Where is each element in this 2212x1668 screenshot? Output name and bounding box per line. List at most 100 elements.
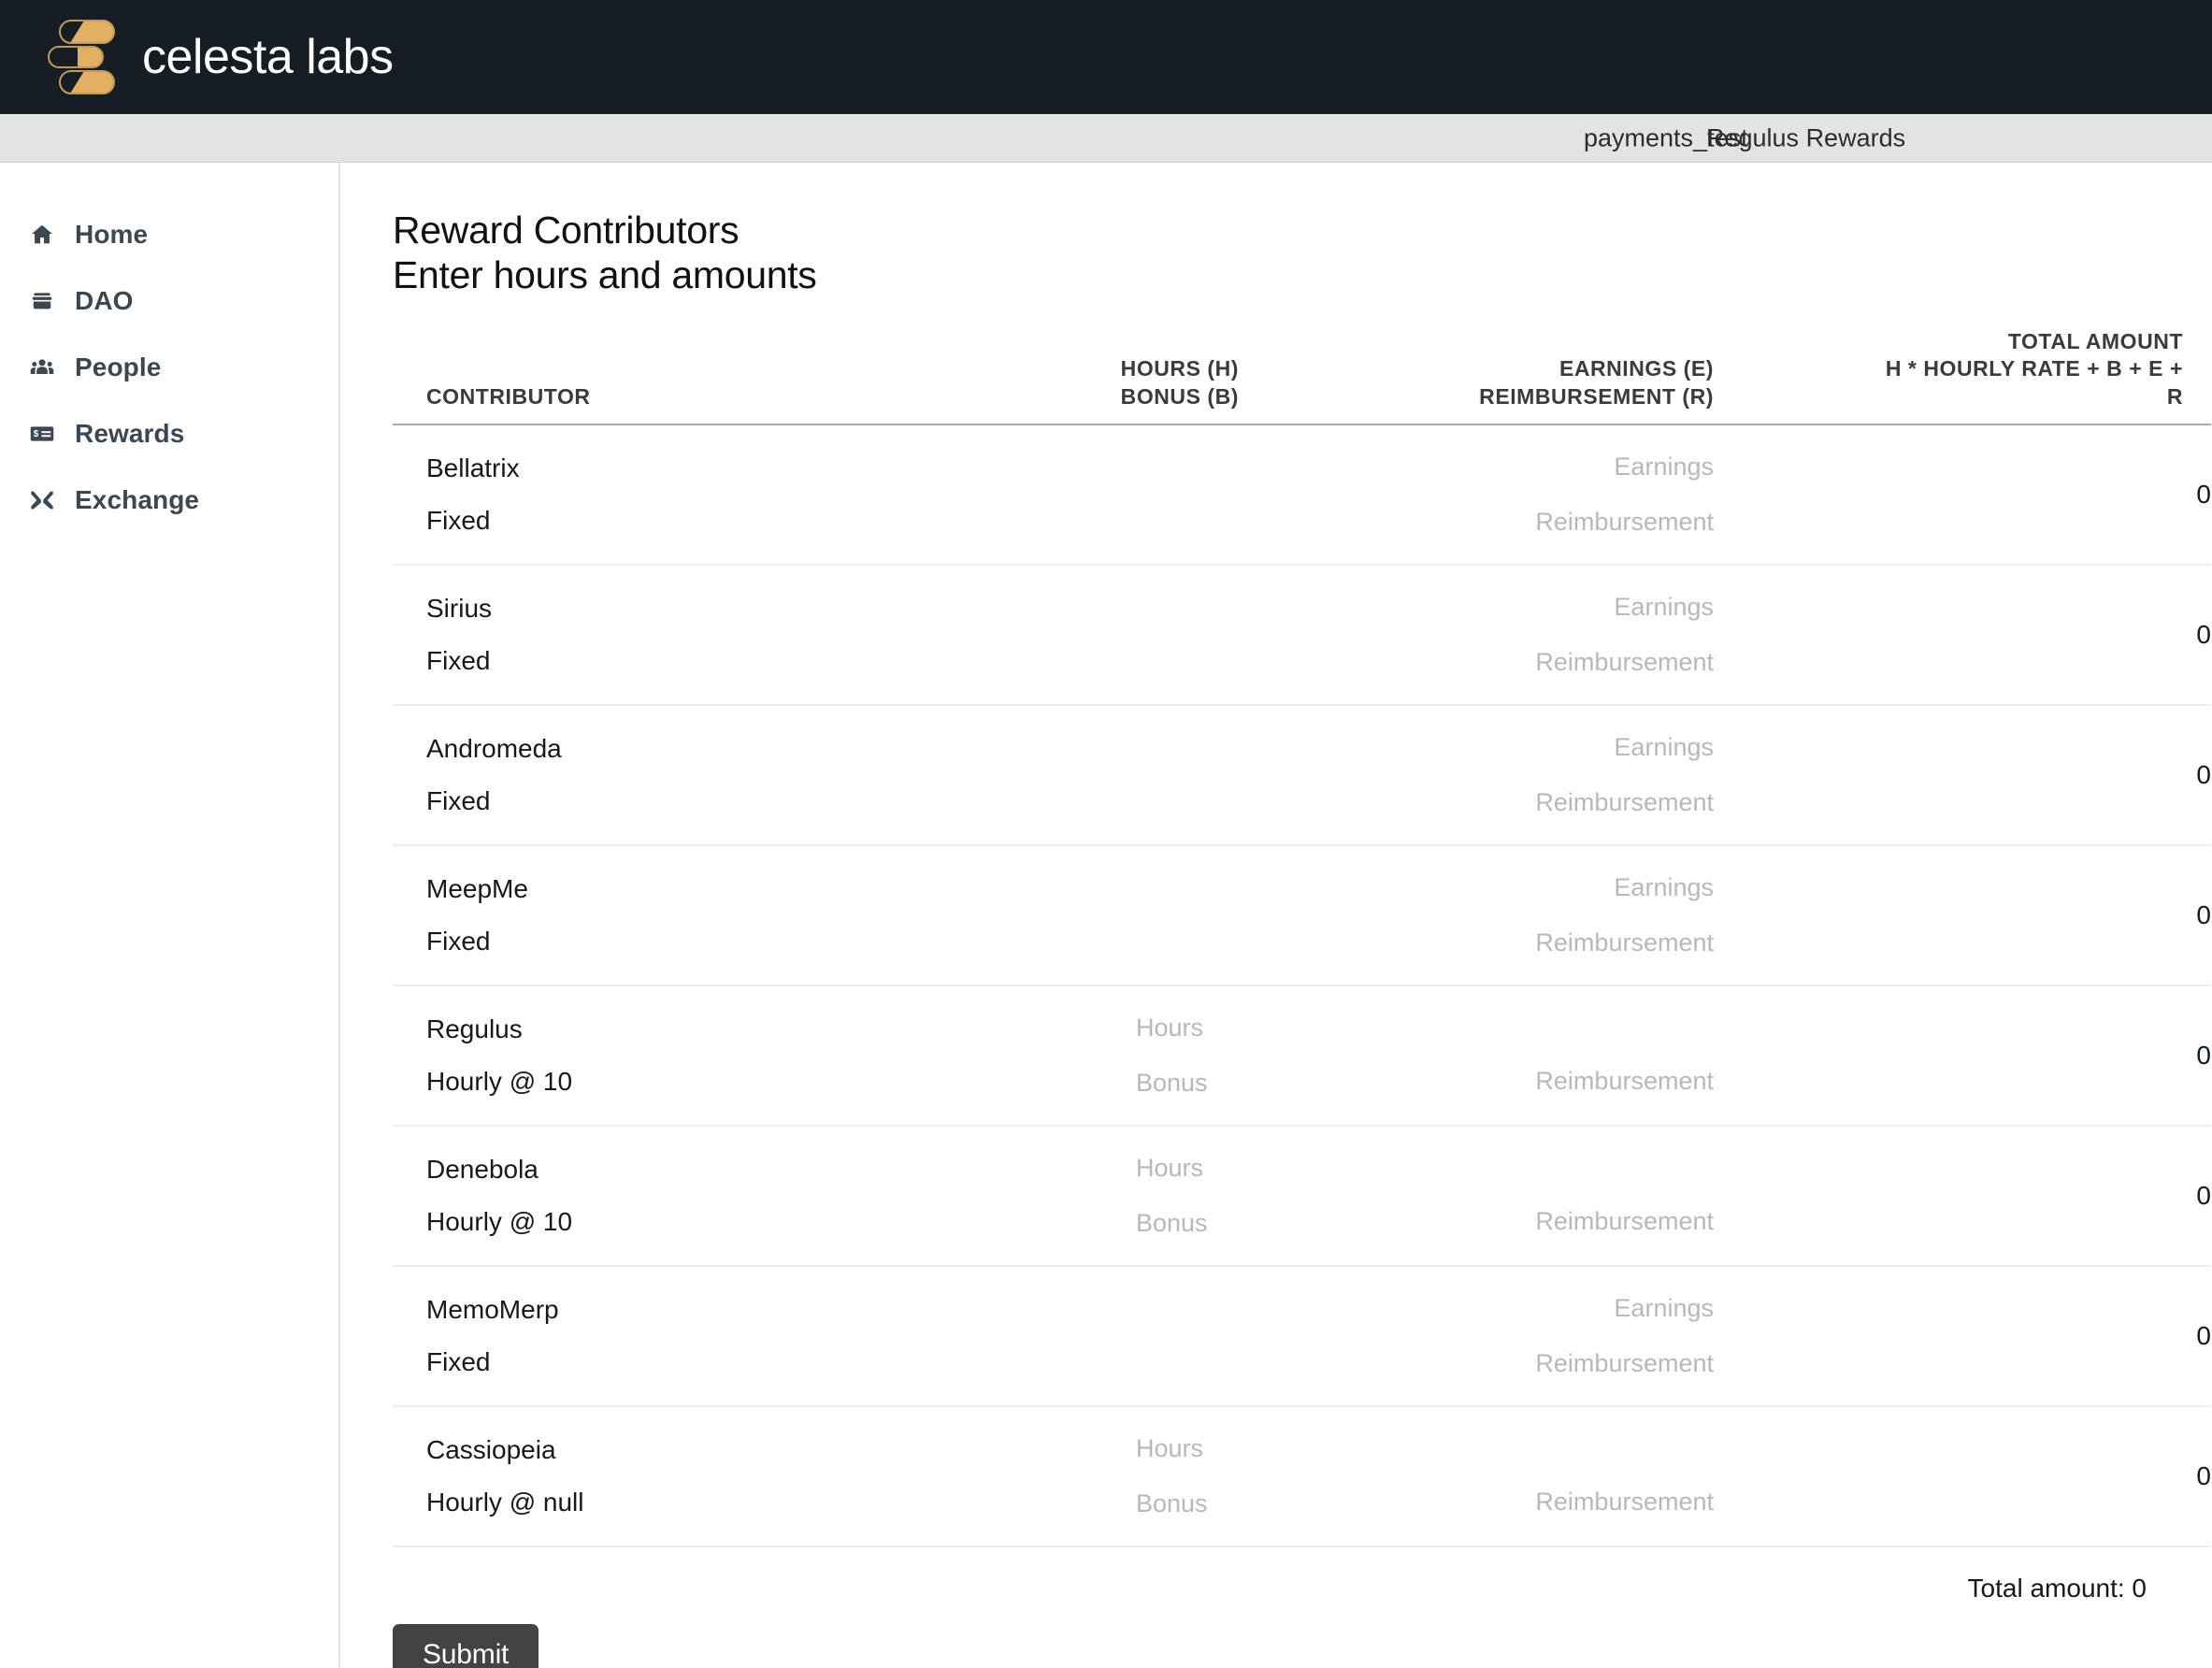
row-total-amount: 0	[1865, 985, 2211, 1128]
contributor-name: Regulus	[426, 1014, 523, 1044]
row-total-amount: 0	[1865, 1126, 2211, 1268]
sidebar-item-dao[interactable]: DAO	[0, 278, 338, 324]
reimbursement-input[interactable]	[1471, 508, 1714, 538]
context-bar: payments_test Regulus Rewards	[0, 114, 2212, 163]
column-header-total-amount: TOTAL AMOUNT H * HOURLY RATE + B + E + R	[1865, 312, 2211, 426]
header-line: REIMBURSEMENT (R)	[1479, 383, 1714, 409]
reimbursement-input[interactable]	[1471, 648, 1714, 678]
contributor-name: MeepMe	[426, 874, 528, 904]
earnings-reimbursement-cell	[1384, 565, 1865, 707]
contributor-cell: Cassiopeia Hourly @ null	[393, 1406, 991, 1548]
contributor-pay-type: Hourly @ 10	[426, 1067, 573, 1097]
earnings-reimbursement-cell	[1384, 1266, 1865, 1408]
svg-text:$: $	[34, 429, 39, 439]
bonus-input[interactable]	[1136, 1069, 1379, 1099]
earnings-input[interactable]	[1471, 1294, 1714, 1324]
table-row: MeepMe Fixed 0	[393, 845, 2211, 987]
brand-name: celesta labs	[142, 30, 394, 84]
reimbursement-input[interactable]	[1471, 1207, 1714, 1237]
column-header-hours-bonus: HOURS (H) BONUS (B)	[991, 312, 1384, 426]
reward-name: Regulus Rewards	[1706, 123, 1906, 151]
celesta-stacked-bars-logo	[47, 19, 116, 95]
table-row: Bellatrix Fixed 0	[393, 424, 2211, 567]
table-header: CONTRIBUTOR HOURS (H) BONUS (B) EARNINGS…	[393, 312, 2211, 426]
bank-icon	[26, 285, 58, 317]
sidebar-item-home[interactable]: Home	[0, 211, 338, 258]
hours-bonus-cell	[991, 565, 1384, 707]
column-header-contributor: CONTRIBUTOR	[393, 312, 991, 426]
sidebar-nav: Home DAO People $ Rewards Exchange	[0, 163, 340, 1667]
contributor-cell: Denebola Hourly @ 10	[393, 1126, 991, 1268]
reimbursement-input[interactable]	[1471, 788, 1714, 818]
sidebar-item-label: Home	[75, 220, 149, 249]
row-total-amount: 0	[1865, 565, 2211, 707]
sidebar-item-label: DAO	[75, 286, 134, 315]
earnings-input[interactable]	[1471, 873, 1714, 903]
earnings-input[interactable]	[1471, 453, 1714, 482]
contributor-pay-type: Hourly @ null	[426, 1488, 584, 1517]
reward-contributors-table: CONTRIBUTOR HOURS (H) BONUS (B) EARNINGS…	[393, 312, 2211, 1548]
contributor-pay-type: Fixed	[426, 1347, 491, 1377]
bonus-input[interactable]	[1136, 1489, 1379, 1519]
sidebar-item-label: Rewards	[75, 419, 185, 448]
table-row: MemoMerp Fixed 0	[393, 1266, 2211, 1408]
header-line: CONTRIBUTOR	[426, 383, 591, 409]
row-total-amount: 0	[1865, 845, 2211, 987]
hours-bonus-cell	[991, 1126, 1384, 1268]
row-total-amount: 0	[1865, 424, 2211, 567]
contributor-name: Bellatrix	[426, 453, 520, 483]
contributor-cell: MeepMe Fixed	[393, 845, 991, 987]
contributor-pay-type: Fixed	[426, 506, 491, 536]
table-row: Regulus Hourly @ 10 0	[393, 985, 2211, 1128]
contributor-pay-type: Fixed	[426, 646, 491, 676]
contributor-cell: MemoMerp Fixed	[393, 1266, 991, 1408]
app-header: celesta labs	[0, 0, 2212, 114]
sidebar-item-people[interactable]: People	[0, 344, 338, 391]
sidebar-item-label: People	[75, 352, 162, 381]
contributor-name: Andromeda	[426, 734, 562, 764]
hours-input[interactable]	[1136, 1434, 1379, 1464]
table-row: Denebola Hourly @ 10 0	[393, 1126, 2211, 1268]
hours-bonus-cell	[991, 985, 1384, 1128]
sidebar-item-rewards[interactable]: $ Rewards	[0, 410, 338, 457]
hours-bonus-cell	[991, 424, 1384, 567]
earnings-reimbursement-cell	[1384, 1126, 1865, 1268]
contributor-name: Denebola	[426, 1155, 539, 1185]
contributor-name: Cassiopeia	[426, 1435, 556, 1465]
page-title: Reward Contributors	[393, 208, 740, 252]
header-line: H * HOURLY RATE + B + E + R	[1885, 356, 2183, 409]
earnings-input[interactable]	[1471, 733, 1714, 763]
hours-bonus-cell	[991, 705, 1384, 847]
contributor-cell: Regulus Hourly @ 10	[393, 985, 991, 1128]
row-total-amount: 0	[1865, 1266, 2211, 1408]
earnings-reimbursement-cell	[1384, 424, 1865, 567]
hours-input[interactable]	[1136, 1154, 1379, 1184]
table-row: Sirius Fixed 0	[393, 565, 2211, 707]
header-line: EARNINGS (E)	[1558, 356, 1714, 381]
contributor-cell: Andromeda Fixed	[393, 705, 991, 847]
hours-bonus-cell	[991, 1406, 1384, 1548]
earnings-input[interactable]	[1471, 593, 1714, 623]
hours-bonus-cell	[991, 1266, 1384, 1408]
contributor-pay-type: Fixed	[426, 786, 491, 816]
earnings-reimbursement-cell	[1384, 1406, 1865, 1548]
main-content: Reward Contributors Enter hours and amou…	[340, 163, 2212, 1668]
table-row: Cassiopeia Hourly @ null 0	[393, 1406, 2211, 1548]
header-line: HOURS (H)	[1120, 356, 1239, 381]
contributor-name: Sirius	[426, 594, 493, 624]
earnings-reimbursement-cell	[1384, 845, 1865, 987]
table-body: Bellatrix Fixed 0 Sirius Fixed 0 Andromeda Fixe…	[393, 424, 2211, 1548]
earnings-reimbursement-cell	[1384, 985, 1865, 1128]
hours-input[interactable]	[1136, 1014, 1379, 1043]
bonus-input[interactable]	[1136, 1209, 1379, 1239]
reimbursement-input[interactable]	[1471, 1349, 1714, 1379]
reimbursement-input[interactable]	[1471, 1488, 1714, 1517]
page-subtitle: Enter hours and amounts	[393, 253, 817, 297]
home-icon	[26, 219, 58, 251]
sidebar-item-exchange[interactable]: Exchange	[0, 477, 338, 524]
reimbursement-input[interactable]	[1471, 928, 1714, 958]
submit-button[interactable]: Submit	[393, 1624, 539, 1668]
column-header-earnings-reimbursement: EARNINGS (E) REIMBURSEMENT (R)	[1384, 312, 1865, 426]
reimbursement-input[interactable]	[1471, 1067, 1714, 1097]
contributor-cell: Bellatrix Fixed	[393, 424, 991, 567]
